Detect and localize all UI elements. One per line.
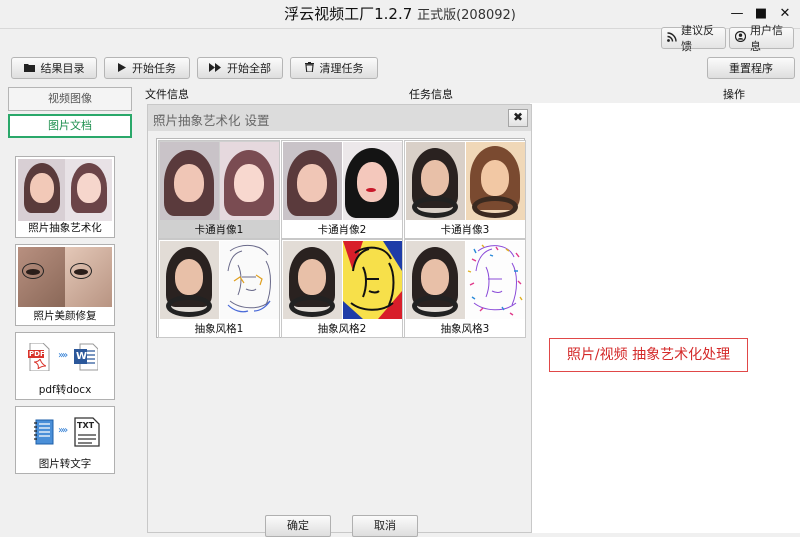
style-label: 卡通肖像3 (440, 224, 490, 236)
dialog-close-button[interactable]: ✖ (508, 109, 528, 127)
tool-photo-abstract-art[interactable]: 照片抽象艺术化 (15, 156, 115, 238)
minimize-button[interactable]: — (726, 4, 748, 24)
tab-image-document[interactable]: 图片文档 (8, 114, 132, 138)
task-list-area (530, 103, 800, 533)
style-preview-result (343, 241, 402, 319)
rss-icon (667, 31, 677, 45)
style-preview-result (466, 241, 525, 319)
arrow-icon: »» (58, 425, 68, 436)
tool-label: 照片美颜修复 (33, 310, 97, 322)
close-button[interactable]: ✕ (774, 4, 796, 24)
window-title: 浮云视频工厂1.2.7 正式版(208092) (0, 3, 800, 24)
style-preview-result (220, 142, 279, 220)
tool-photo-beauty-repair[interactable]: 照片美颜修复 (15, 244, 115, 326)
app-title: 浮云视频工厂1.2.7 (284, 5, 413, 23)
tool-label: 照片抽象艺术化 (28, 222, 102, 234)
column-actions: 操作 (723, 88, 745, 101)
reset-program-button[interactable]: 重置程序 (707, 57, 795, 79)
word-icon-text: W (76, 351, 88, 362)
promo-banner: 照片/视频 抽象艺术化处理 (549, 338, 748, 372)
cancel-button[interactable]: 取消 (352, 515, 418, 537)
style-label: 抽象风格1 (194, 323, 244, 335)
word-icon: W (74, 343, 99, 371)
style-preview-original (160, 142, 219, 220)
style-preview-original (406, 241, 465, 319)
start-all-button[interactable]: 开始全部 (197, 57, 283, 79)
tool-label: 图片转文字 (38, 458, 92, 470)
user-icon (734, 30, 747, 45)
tab-video-image[interactable]: 视频图像 (8, 87, 132, 111)
style-option-cartoon-2[interactable]: 卡通肖像2 (281, 140, 403, 239)
trash-icon (304, 61, 314, 75)
tool-label: pdf转docx (38, 384, 92, 396)
user-info-label: 用户信息 (750, 24, 783, 53)
results-dir-label: 结果目录 (40, 62, 85, 75)
style-option-cartoon-3[interactable]: 卡通肖像3 (404, 140, 526, 239)
settings-dialog: 照片抽象艺术化 设置 ✖ 卡通肖像1 卡通肖像2 卡通肖像3 抽象风格1 抽象风… (147, 104, 532, 537)
style-preview-result (220, 241, 279, 319)
style-label: 卡通肖像1 (194, 224, 244, 236)
pdf-icon: PDF (28, 342, 50, 372)
style-preview-original (160, 241, 219, 319)
style-preview-original (283, 142, 342, 220)
start-task-label: 开始任务 (132, 62, 176, 75)
book-icon (34, 419, 54, 445)
style-option-abstract-3[interactable]: 抽象风格3 (404, 239, 526, 338)
maximize-button[interactable]: ■ (750, 4, 772, 24)
confirm-button[interactable]: 确定 (265, 515, 331, 537)
tool-image-to-text[interactable]: »» TXT 图片转文字 (15, 406, 115, 474)
style-grid: 卡通肖像1 卡通肖像2 卡通肖像3 抽象风格1 抽象风格2 抽象风格3 (156, 138, 526, 338)
results-dir-button[interactable]: 结果目录 (11, 57, 97, 79)
column-file-info: 文件信息 (145, 88, 189, 101)
tool-thumbnail (18, 247, 112, 307)
txt-file-icon: TXT (74, 417, 100, 447)
feedback-button[interactable]: 建议反馈 (661, 24, 726, 53)
style-label: 抽象风格2 (317, 323, 367, 335)
tool-pdf-to-docx[interactable]: PDF »» W pdf转docx (15, 332, 115, 400)
column-task-info: 任务信息 (409, 88, 453, 101)
clear-tasks-button[interactable]: 清理任务 (290, 57, 378, 79)
txt-icon-text: TXT (77, 421, 95, 430)
dialog-title: 照片抽象艺术化 设置 (153, 113, 270, 128)
arrow-icon: »» (58, 350, 68, 361)
style-preview-original (283, 241, 342, 319)
start-all-label: 开始全部 (227, 62, 271, 75)
style-option-abstract-2[interactable]: 抽象风格2 (281, 239, 403, 338)
play-icon (118, 62, 126, 75)
style-label: 卡通肖像2 (317, 224, 367, 236)
app-edition: 正式版(208092) (417, 8, 516, 23)
style-label: 抽象风格3 (440, 323, 490, 335)
folder-icon (23, 62, 35, 75)
style-preview-result (343, 142, 402, 220)
style-option-abstract-1[interactable]: 抽象风格1 (158, 239, 280, 338)
style-preview-result (466, 142, 525, 220)
start-task-button[interactable]: 开始任务 (104, 57, 190, 79)
feedback-label: 建议反馈 (681, 24, 714, 53)
style-option-cartoon-1[interactable]: 卡通肖像1 (158, 140, 280, 239)
pdf-icon-text: PDF (29, 350, 45, 358)
tool-thumbnail (18, 159, 112, 221)
fast-forward-icon (209, 62, 221, 75)
user-info-button[interactable]: 用户信息 (729, 24, 794, 53)
style-preview-original (406, 142, 465, 220)
clear-tasks-label: 清理任务 (319, 62, 364, 75)
reset-program-label: 重置程序 (729, 62, 773, 75)
